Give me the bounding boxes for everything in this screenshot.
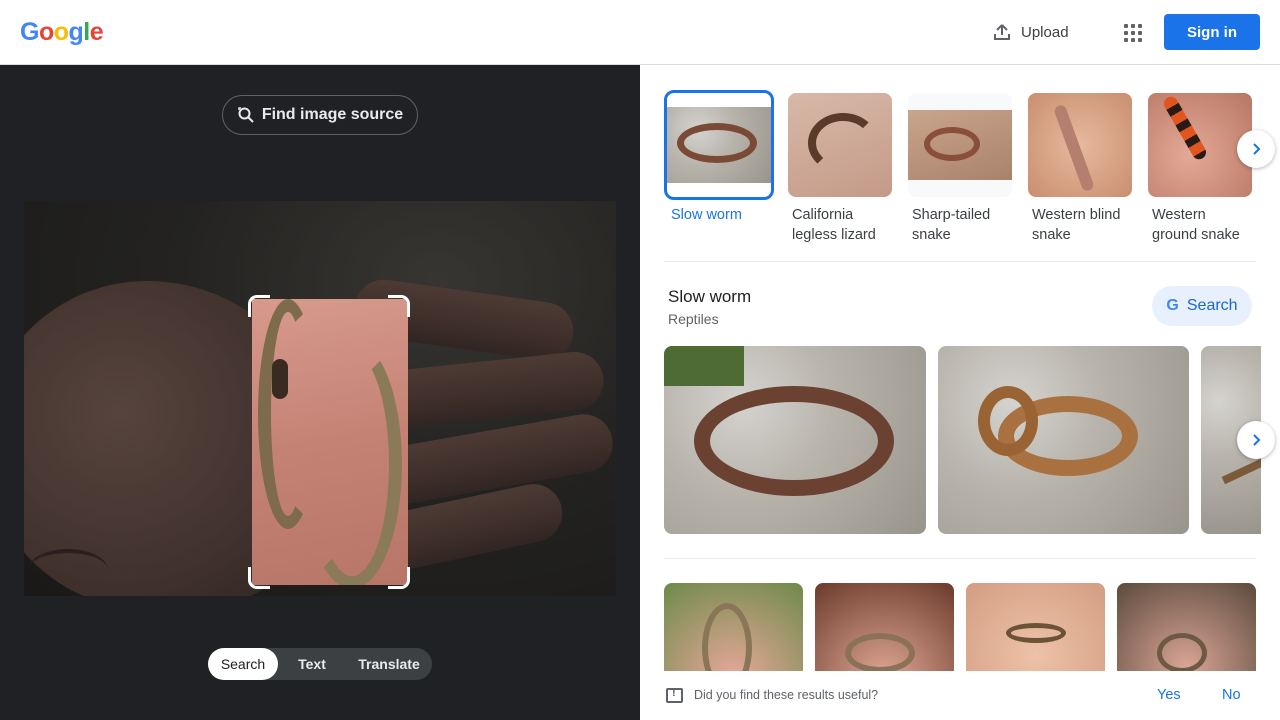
crop-handle-bottom-left[interactable] [248, 567, 270, 589]
snake-shape [302, 339, 402, 585]
snake-head [272, 359, 288, 399]
divider [664, 261, 1256, 262]
related-thumbnail [908, 93, 1012, 197]
chevron-right-icon [1253, 434, 1261, 446]
logo-letter-4: g [68, 18, 84, 46]
related-label: Slow worm [671, 207, 742, 223]
related-thumbnail [1028, 93, 1132, 197]
result-entity-title: Slow worm [668, 287, 752, 306]
result-snake [978, 386, 1038, 456]
upload-button[interactable]: Upload [992, 20, 1069, 44]
mode-tab-text[interactable]: Text [278, 648, 346, 680]
result-snake [1221, 455, 1261, 485]
thumb-snake [808, 113, 878, 173]
related-label: California legless lizard [792, 207, 876, 243]
results-pane: Slow worm California legless lizard Shar… [640, 65, 1280, 720]
related-item-california-legless-lizard[interactable]: California legless lizard [788, 93, 892, 245]
feedback-no-button[interactable]: No [1222, 687, 1241, 703]
feedback-yes-button[interactable]: Yes [1157, 687, 1181, 703]
feedback-question: Did you find these results useful? [694, 688, 879, 702]
related-item-western-blind-snake[interactable]: Western blind snake [1028, 93, 1132, 245]
google-search-label: Search [1186, 297, 1238, 314]
related-thumbnail [788, 93, 892, 197]
google-g-icon: G [1166, 297, 1179, 314]
mode-tab-translate[interactable]: Translate [346, 648, 432, 680]
upload-label: Upload [1021, 23, 1069, 41]
top-bar: Google Upload Sign in [0, 0, 1280, 65]
image-preview-pane: Find image source Search Text Translate [0, 65, 640, 720]
google-logo[interactable]: Google [20, 18, 104, 47]
google-search-button[interactable]: G Search [1152, 286, 1252, 326]
upload-icon [994, 24, 1010, 40]
selection-region[interactable] [252, 299, 408, 585]
logo-letter-2: o [38, 18, 54, 46]
related-item-western-ground-snake[interactable]: Western ground snake [1148, 93, 1252, 245]
related-item-slow-worm[interactable]: Slow worm [664, 90, 774, 225]
find-image-source-label: Find image source [261, 106, 404, 123]
result-snake [845, 633, 915, 673]
related-label: Western blind snake [1032, 207, 1121, 243]
lens-search-icon [238, 107, 254, 123]
logo-letter-1: G [20, 18, 39, 46]
result-image[interactable] [664, 346, 926, 534]
logo-letter-6: e [89, 18, 104, 46]
result-snake [1006, 623, 1066, 643]
divider [664, 558, 1256, 559]
thumb-snake [924, 127, 980, 161]
mode-tab-search[interactable]: Search [208, 648, 278, 680]
thumb-snake [677, 123, 757, 163]
related-label: Western ground snake [1152, 207, 1240, 243]
feedback-icon [666, 687, 683, 703]
results-next-button[interactable] [1237, 421, 1275, 459]
apps-grid-icon[interactable] [1119, 19, 1145, 45]
related-thumbnail [664, 90, 774, 200]
watermark [28, 549, 108, 591]
result-image[interactable] [938, 346, 1189, 534]
related-next-button[interactable] [1237, 130, 1275, 168]
chevron-right-icon [1253, 143, 1261, 155]
crop-handle-top-left[interactable] [248, 295, 270, 317]
feedback-bar: Did you find these results useful? Yes N… [640, 671, 1280, 720]
result-snake [1157, 633, 1207, 673]
logo-letter-3: o [53, 18, 69, 46]
thumb-snake [1161, 94, 1209, 162]
result-entity-subtitle: Reptiles [668, 311, 719, 327]
sign-in-button[interactable]: Sign in [1164, 14, 1260, 50]
thumb-snake [1052, 103, 1096, 193]
uploaded-image [24, 201, 616, 596]
lens-mode-switcher: Search Text Translate [208, 648, 432, 680]
related-item-sharp-tailed-snake[interactable]: Sharp-tailed snake [908, 93, 1012, 245]
result-snake [694, 386, 894, 496]
crop-handle-bottom-right[interactable] [388, 567, 410, 589]
related-label: Sharp-tailed snake [912, 207, 991, 243]
result-foliage [664, 346, 744, 386]
find-image-source-button[interactable]: Find image source [222, 95, 418, 135]
crop-handle-top-right[interactable] [388, 295, 410, 317]
